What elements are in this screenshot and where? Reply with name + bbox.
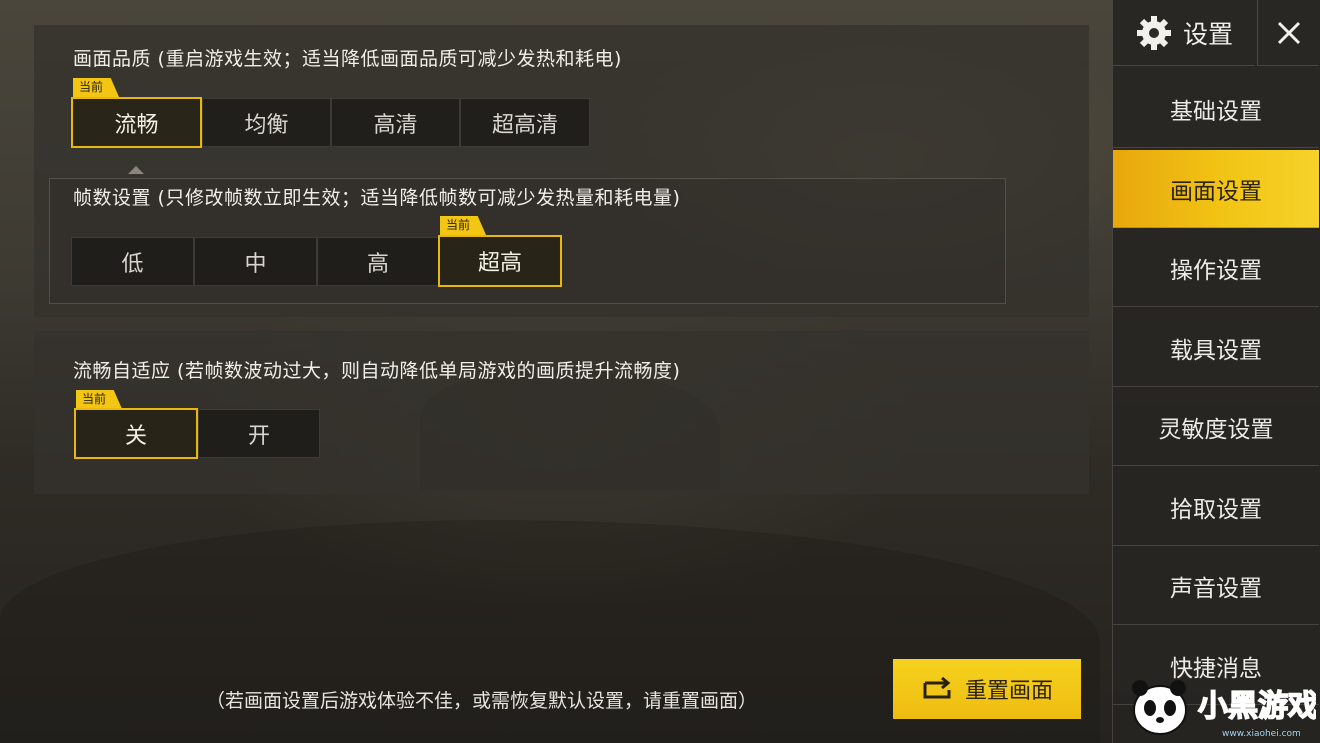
pointer-caret bbox=[128, 166, 144, 174]
quality-option-smooth[interactable]: 流畅 bbox=[71, 97, 202, 148]
frame-rate-title: 帧数设置 (只修改帧数立即生效；适当降低帧数可减少发热量和耗电量) bbox=[73, 187, 681, 209]
gear-icon bbox=[1135, 14, 1173, 52]
close-icon bbox=[1276, 20, 1302, 46]
reset-icon bbox=[921, 677, 955, 701]
framerate-option-medium[interactable]: 中 bbox=[194, 237, 317, 286]
sidebar-item-graphics[interactable]: 画面设置 bbox=[1113, 150, 1319, 228]
reset-hint-text: （若画面设置后游戏体验不佳，或需恢复默认设置，请重置画面） bbox=[206, 690, 758, 712]
sidebar-item-audio[interactable]: 声音设置 bbox=[1113, 547, 1319, 625]
settings-sidebar: 设置 基础设置 画面设置 操作设置 载具设置 灵敏度设置 拾取设置 声音设置 快… bbox=[1112, 0, 1320, 743]
adaptive-option-on[interactable]: 开 bbox=[198, 409, 320, 458]
watermark-url: www.xiaohei.com bbox=[1222, 729, 1301, 739]
settings-title: 设置 bbox=[1182, 19, 1233, 49]
framerate-option-ultra[interactable]: 超高 bbox=[438, 235, 562, 287]
panda-logo-icon: 小黑游戏 www.xiaohei.com bbox=[1132, 680, 1319, 739]
watermark-brand: 小黑游戏 bbox=[1198, 689, 1316, 724]
watermark-logo: 小黑游戏 www.xiaohei.com bbox=[1126, 672, 1319, 740]
sidebar-item-basic[interactable]: 基础设置 bbox=[1113, 70, 1319, 148]
graphics-quality-title: 画面品质 (重启游戏生效；适当降低画面品质可减少发热和耗电) bbox=[73, 48, 622, 70]
reset-graphics-button[interactable]: 重置画面 bbox=[893, 659, 1081, 719]
quality-option-ultra-hd[interactable]: 超高清 bbox=[460, 98, 590, 147]
settings-header: 设置 bbox=[1113, 0, 1255, 66]
quality-option-hd[interactable]: 高清 bbox=[331, 98, 460, 147]
sidebar-item-sensitivity[interactable]: 灵敏度设置 bbox=[1113, 388, 1319, 466]
sidebar-item-pickup[interactable]: 拾取设置 bbox=[1113, 468, 1319, 546]
quality-option-balanced[interactable]: 均衡 bbox=[202, 98, 331, 147]
framerate-option-low[interactable]: 低 bbox=[71, 237, 194, 286]
sidebar-item-vehicle[interactable]: 载具设置 bbox=[1113, 309, 1319, 387]
close-button[interactable] bbox=[1257, 0, 1319, 66]
sidebar-item-controls[interactable]: 操作设置 bbox=[1113, 229, 1319, 307]
reset-graphics-label: 重置画面 bbox=[964, 679, 1053, 704]
adaptive-option-off[interactable]: 关 bbox=[74, 408, 198, 459]
framerate-option-high[interactable]: 高 bbox=[317, 237, 439, 286]
settings-screen: 画面品质 (重启游戏生效；适当降低画面品质可减少发热和耗电) 当前 流畅 均衡 … bbox=[0, 0, 1320, 743]
adaptive-title: 流畅自适应 (若帧数波动过大，则自动降低单局游戏的画质提升流畅度) bbox=[73, 360, 681, 382]
